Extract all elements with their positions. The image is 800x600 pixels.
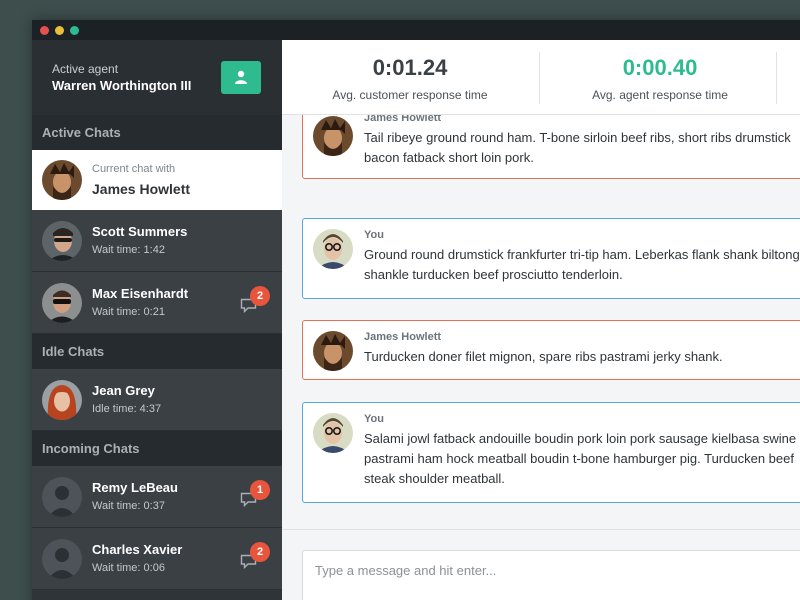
stat-value: 0:00.40: [622, 55, 698, 80]
app-window: Active agent Warren Worthington III Acti…: [32, 20, 800, 600]
current-chat-label: Current chat with: [92, 163, 176, 175]
user-icon: [235, 70, 247, 84]
avatar-placeholder: [42, 539, 82, 579]
message-sender: You: [364, 413, 384, 425]
stats-bar: 0:01.24 Avg. customer response time 0:00…: [282, 40, 800, 115]
message-text: Ground round drumstick frankfurter tri-t…: [364, 245, 800, 285]
current-chat-name: James Howlett: [92, 181, 191, 197]
message-line: shankle turducken beef prosciutto tender…: [364, 267, 623, 282]
active-agent-name: Warren Worthington III: [52, 78, 192, 93]
chat-item-scott-summers[interactable]: Scott Summers Wait time: 1:42: [32, 210, 282, 272]
stat-label: Avg. agent response time: [592, 88, 728, 102]
unread-badge: 2: [250, 542, 270, 562]
stat-customer-response: 0:01.24 Avg. customer response time: [282, 40, 538, 115]
message-line: Turducken doner filet mignon, spare ribs…: [364, 349, 723, 364]
chat-name: Max Eisenhardt: [92, 286, 189, 301]
message-sender: You: [364, 229, 384, 241]
section-active-chats: Active Chats: [32, 115, 282, 150]
chat-main: 0:01.24 Avg. customer response time 0:00…: [282, 40, 800, 600]
message-list[interactable]: James Howlett Tail ribeye ground round h…: [282, 115, 800, 529]
message-customer: James Howlett Tail ribeye ground round h…: [302, 115, 800, 179]
sidebar: Active agent Warren Worthington III Acti…: [32, 40, 282, 600]
message-line: Tail ribeye ground round ham. T-bone sir…: [364, 130, 791, 145]
chat-name: Jean Grey: [92, 383, 155, 398]
avatar-placeholder: [42, 477, 82, 517]
stat-agent-response: 0:00.40 Avg. agent response time: [532, 40, 788, 115]
stat-value: 0:01.24: [372, 55, 448, 80]
avatar: [313, 413, 353, 453]
avatar: [313, 116, 353, 156]
message-text: Salami jowl fatback andouille boudin por…: [364, 429, 800, 489]
avatar: [313, 331, 353, 371]
chat-wait-time: Wait time: 1:42: [92, 244, 165, 256]
active-agent-label: Active agent: [52, 62, 119, 76]
window-titlebar: [32, 20, 800, 40]
message-input[interactable]: [302, 550, 800, 600]
chat-wait-time: Wait time: 0:06: [92, 562, 165, 574]
chat-wait-time: Wait time: 0:21: [92, 306, 165, 318]
message-line: Ground round drumstick frankfurter tri-t…: [364, 247, 800, 262]
unread-badge: 1: [250, 480, 270, 500]
chat-name: Scott Summers: [92, 224, 188, 239]
message-customer: James Howlett Turducken doner filet mign…: [302, 320, 800, 380]
chat-item-jean-grey[interactable]: Jean Grey Idle time: 4:37: [32, 369, 282, 431]
chat-wait-time: Wait time: 0:37: [92, 500, 165, 512]
section-idle-chats: Idle Chats: [32, 334, 282, 369]
active-agent-panel: Active agent Warren Worthington III: [32, 40, 282, 115]
maximize-window-button[interactable]: [70, 26, 79, 35]
chat-item-remy-lebeau[interactable]: Remy LeBeau Wait time: 0:37 1: [32, 466, 282, 528]
chat-item-charles-xavier[interactable]: Charles Xavier Wait time: 0:06 2: [32, 528, 282, 590]
avatar: [42, 221, 82, 261]
minimize-window-button[interactable]: [55, 26, 64, 35]
avatar: [42, 380, 82, 420]
message-line: bacon fatback short loin pork.: [364, 150, 534, 165]
message-sender: James Howlett: [364, 331, 442, 343]
message-line: Salami jowl fatback andouille boudin por…: [364, 431, 797, 446]
stat-label: Avg. customer response time: [332, 88, 488, 102]
avatar: [313, 229, 353, 269]
chat-item-max-eisenhardt[interactable]: Max Eisenhardt Wait time: 0:21 2: [32, 272, 282, 334]
avatar: [42, 283, 82, 323]
section-incoming-chats: Incoming Chats: [32, 431, 282, 466]
chat-idle-time: Idle time: 4:37: [92, 403, 162, 415]
message-agent: You Salami jowl fatback andouille boudin…: [302, 402, 800, 503]
message-line: pastrami ham hock meatball boudin t-bone…: [364, 451, 794, 466]
unread-badge: 2: [250, 286, 270, 306]
stat-divider: [776, 52, 777, 104]
message-text: Turducken doner filet mignon, spare ribs…: [364, 347, 800, 367]
chat-name: Remy LeBeau: [92, 480, 178, 495]
agent-profile-button[interactable]: [221, 61, 261, 94]
chat-item-current[interactable]: Current chat with James Howlett: [32, 150, 282, 210]
message-text: Tail ribeye ground round ham. T-bone sir…: [364, 128, 800, 168]
message-line: steak shoulder meatball.: [364, 471, 505, 486]
avatar: [42, 160, 82, 200]
chat-name: Charles Xavier: [92, 542, 183, 557]
composer: [282, 529, 800, 600]
close-window-button[interactable]: [40, 26, 49, 35]
message-sender: James Howlett: [364, 115, 442, 124]
message-agent: You Ground round drumstick frankfurter t…: [302, 218, 800, 299]
